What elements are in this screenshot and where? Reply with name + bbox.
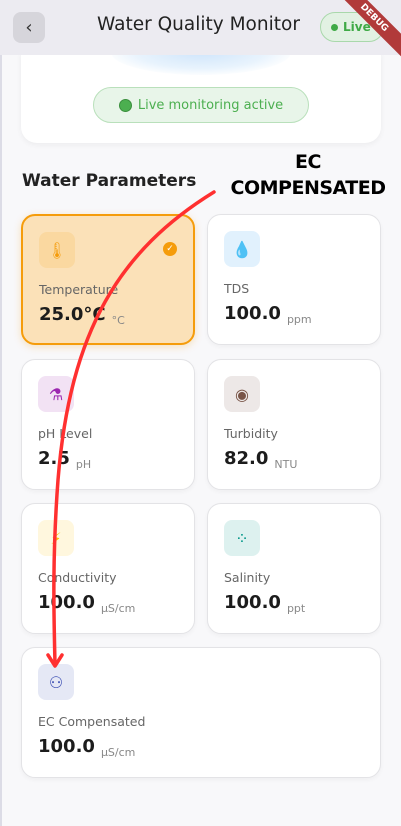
annotation-line-1: EC [295,151,321,173]
parameter-value: 100.0 [224,303,281,324]
parameter-card-salinity[interactable]: ⁘ Salinity 100.0 ppt [207,503,381,634]
left-edge [0,0,2,826]
water-drop-icon: 💧 [224,231,260,267]
parameter-unit: NTU [274,458,298,471]
parameter-value: 100.0 [224,592,281,613]
parameter-label: Salinity [224,570,271,585]
parameter-value-row: 25.0°C °C [39,304,125,327]
live-monitoring-label: Live monitoring active [137,97,284,113]
green-dot-icon [118,98,132,112]
parameter-unit: °C [111,314,125,327]
parameter-card-ph-level[interactable]: ⚗ pH Level 2.5 pH [21,359,195,490]
live-dot-icon [331,23,338,31]
grain-icon: ⁘ [224,520,260,556]
parameter-value: 100.0 [38,592,95,613]
plug-icon: ⚇ [38,664,74,700]
parameter-unit: pH [75,458,92,471]
parameter-value: 82.0 [224,448,269,469]
parameter-card-tds[interactable]: 💧 TDS 100.0 ppm [207,214,381,345]
eye-icon: ◉ [224,376,260,412]
parameter-label: TDS [224,281,250,296]
parameter-card-temperature[interactable]: 🌡 ✓ Temperature 25.0°C °C [21,214,195,345]
parameter-value-row: 100.0 µS/cm [38,592,136,615]
parameter-label: Temperature [39,282,119,297]
parameter-value: 25.0°C [39,304,106,325]
parameter-card-turbidity[interactable]: ◉ Turbidity 82.0 NTU [207,359,381,490]
check-circle-icon: ✓ [163,242,177,256]
parameter-label: EC Compensated [38,714,146,729]
flask-icon: ⚗ [38,376,74,412]
parameter-value-row: 100.0 µS/cm [38,736,136,759]
parameter-unit: ppt [286,602,306,615]
parameter-card-conductivity[interactable]: ⚡ Conductivity 100.0 µS/cm [21,503,195,634]
parameter-value: 2.5 [38,448,70,469]
annotation-label: EC COMPENSATED [222,149,394,201]
annotation-line-2: COMPENSATED [230,177,386,199]
parameter-value: 100.0 [38,736,95,757]
parameter-label: Turbidity [224,426,278,441]
parameter-value-row: 2.5 pH [38,448,92,471]
thermometer-icon: 🌡 [39,232,75,268]
bolt-icon: ⚡ [38,520,74,556]
parameter-label: Conductivity [38,570,117,585]
parameter-value-row: 100.0 ppt [224,592,306,615]
parameter-value-row: 100.0 ppm [224,303,312,326]
live-monitoring-pill: Live monitoring active [93,87,309,123]
app-bar: ‹ Water Quality Monitor Live [0,0,401,55]
parameter-card-ec-compensated[interactable]: ⚇ EC Compensated 100.0 µS/cm [21,647,381,778]
parameter-label: pH Level [38,426,93,441]
status-card: Live monitoring active [21,40,381,143]
parameter-unit: µS/cm [100,602,136,615]
parameter-unit: µS/cm [100,746,136,759]
parameter-unit: ppm [286,313,312,326]
section-title: Water Parameters [22,171,197,191]
parameter-value-row: 82.0 NTU [224,448,298,471]
